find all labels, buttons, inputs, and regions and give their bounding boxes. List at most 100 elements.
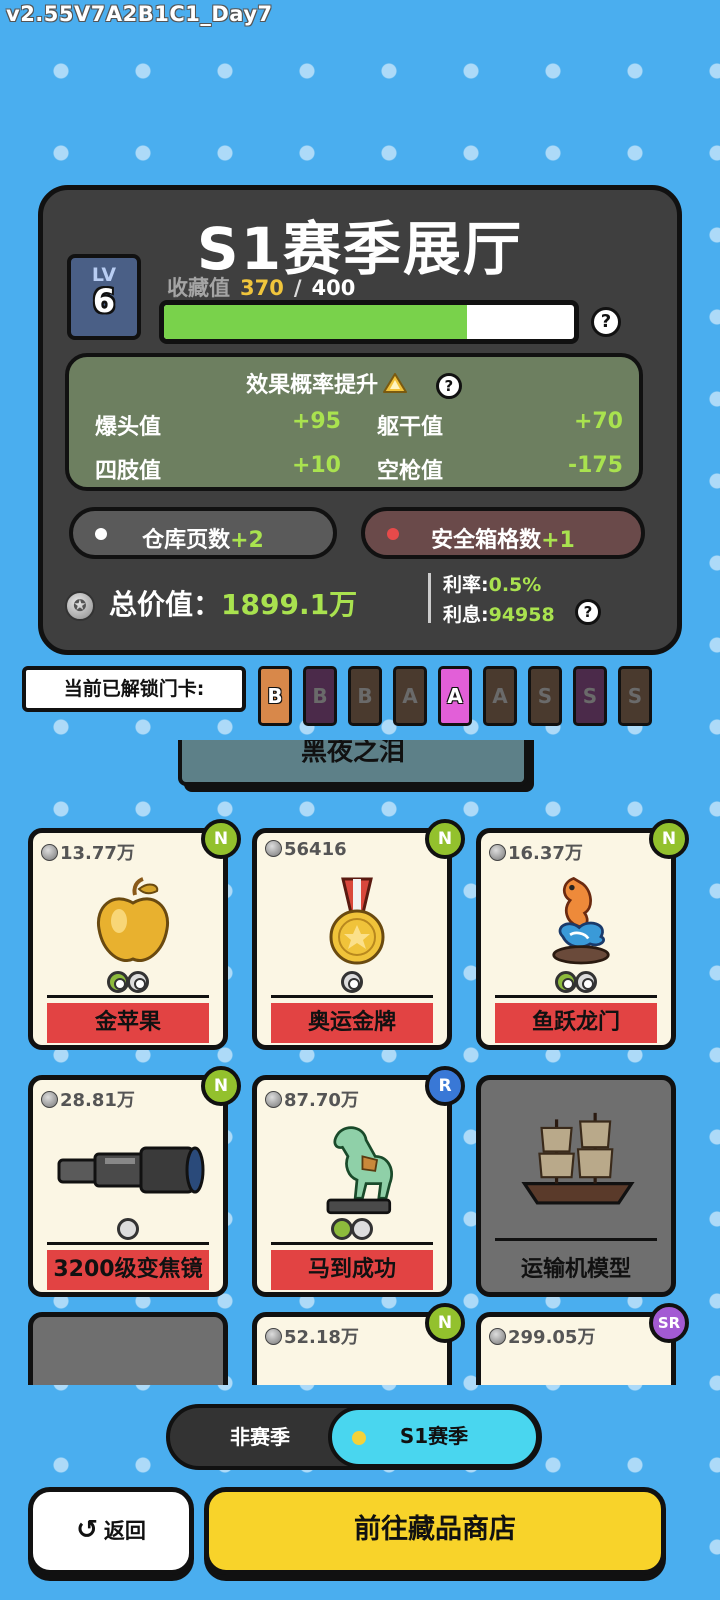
effect-torso-value: +70 [573, 409, 623, 434]
socket-icon [555, 971, 577, 993]
collection-card[interactable]: 16.37万 N 鱼跃龙门 [476, 819, 689, 1050]
card-divider [271, 1242, 433, 1245]
item-name: 鱼跃龙门 [495, 1003, 657, 1043]
item-name: 运输机模型 [520, 1257, 631, 1282]
rarity-badge: SR [649, 1303, 689, 1343]
item-price: 28.81万 [41, 1086, 135, 1112]
item-name: 金苹果 [47, 1003, 209, 1043]
door-card-s-2[interactable]: S [573, 666, 607, 726]
safebox-slots-value: +1 [541, 528, 575, 553]
coin-icon [41, 1091, 58, 1108]
effect-headshot-label: 爆头值 [95, 415, 162, 440]
item-name: 奥运金牌 [271, 1003, 433, 1043]
card-divider [271, 995, 433, 998]
item-price: 87.70万 [265, 1086, 359, 1112]
socket-row [33, 971, 223, 997]
collection-value-current: 370 [240, 276, 284, 300]
item-price: 13.77万 [41, 839, 135, 865]
socket-icon [575, 971, 597, 993]
collection-value-max: 400 [311, 276, 356, 300]
item-price-value: 28.81万 [60, 1090, 135, 1111]
interest-help-icon[interactable]: ? [575, 599, 601, 625]
ship-model-icon [521, 1112, 635, 1205]
collection-list[interactable]: 黑夜之泪 13.77万 N 金苹果 56416 N 奥运金牌 16.37万 N [0, 740, 720, 1385]
effect-limb-value: +10 [291, 453, 341, 478]
effect-miss-label: 空枪值 [377, 459, 444, 484]
item-price: 52.18万 [265, 1323, 359, 1349]
effect-help-icon[interactable]: ? [435, 373, 462, 399]
door-card-s-3[interactable]: S [618, 666, 652, 726]
interest-row: 利息:94958 [443, 600, 555, 627]
coin-icon: ✪ [65, 591, 95, 621]
total-value-label: 总价值： [109, 588, 222, 621]
item-price: 16.37万 [489, 839, 583, 865]
rarity-badge: N [425, 1303, 465, 1343]
effect-miss-value: -175 [567, 453, 623, 478]
door-card-a-3[interactable]: A [483, 666, 517, 726]
socket-triangle-icon [117, 1218, 139, 1240]
item-price-value: 87.70万 [284, 1090, 359, 1111]
hall-panel: S1赛季展厅 LV 6 收藏值 370/400 ? 效果概率提升 ? 爆头值 +9… [38, 185, 682, 655]
door-card-a-1[interactable]: A [393, 666, 427, 726]
warehouse-pages-label: 仓库页数 [142, 528, 231, 553]
collection-card[interactable]: 28.81万 N 3200级变焦镜 [28, 1066, 241, 1297]
collection-card[interactable]: 52.18万 N [252, 1303, 465, 1385]
safebox-slots-label: 安全箱格数 [431, 528, 542, 553]
rate-label: 利率: [443, 574, 489, 596]
rate-row: 利率:0.5% [443, 570, 541, 597]
door-card-b-1[interactable]: B [258, 666, 292, 726]
rarity-badge: N [201, 1066, 241, 1106]
tab-s1-season-label: S1赛季 [399, 1424, 469, 1448]
total-value-amount: 1899.1万 [221, 588, 358, 621]
jade-horse-icon [326, 1126, 393, 1215]
help-icon[interactable]: ? [591, 307, 621, 337]
socket-row [257, 1218, 447, 1244]
socket-icon [107, 971, 129, 993]
socket-row [481, 971, 671, 997]
back-button[interactable]: ↺ 返回 [28, 1487, 194, 1575]
collection-progress-bar [159, 300, 579, 344]
back-arrow-icon: ↺ [76, 1515, 98, 1545]
coin-icon [265, 1091, 282, 1108]
effect-boost-panel: 效果概率提升 ? 爆头值 +95 躯干值 +70 四肢值 +10 空枪值 -17… [65, 353, 643, 491]
interest-value: 94958 [488, 604, 555, 626]
collection-card-locked[interactable]: 运输机模型 [476, 1075, 676, 1297]
tab-off-season[interactable]: 非赛季 [180, 1414, 340, 1460]
coin-icon [41, 844, 58, 861]
rate-value: 0.5% [488, 574, 542, 596]
warehouse-pages-pill: 仓库页数+2 [69, 507, 337, 559]
collection-value-separator: / [293, 276, 302, 300]
collection-card[interactable]: 299.05万 SR [476, 1303, 689, 1385]
season-toggle: 非赛季 S1赛季 [166, 1404, 542, 1470]
safebox-slots-pill: 安全箱格数+1 [361, 507, 645, 559]
item-price-value: 13.77万 [60, 843, 135, 864]
boost-triangle-icon [383, 373, 408, 393]
coin-icon [265, 1328, 282, 1345]
item-price-value: 56416 [284, 839, 347, 860]
version-label: v2.55V7A2B1C1_Day7 [6, 2, 273, 26]
collection-card[interactable]: 13.77万 N 金苹果 [28, 819, 241, 1050]
gold-medal-icon [329, 877, 385, 965]
socket-row [33, 1218, 223, 1244]
category-header: 黑夜之泪 [178, 740, 528, 786]
go-to-collection-shop-button[interactable]: 前往藏品商店 [204, 1487, 666, 1575]
tab-s1-season[interactable]: S1赛季 [328, 1406, 540, 1468]
carp-statue-icon [552, 876, 610, 965]
coin-icon [265, 840, 282, 857]
effect-limb-label: 四肢值 [95, 459, 162, 484]
door-card-s-1[interactable]: S [528, 666, 562, 726]
door-card-b-3[interactable]: B [348, 666, 382, 726]
door-card-a-2[interactable]: A [438, 666, 472, 726]
collection-progress-fill [164, 305, 468, 339]
safebox-slots-text: 安全箱格数+1 [365, 522, 641, 554]
effect-headshot-value: +95 [291, 409, 341, 434]
collection-value-row: 收藏值 370 / 400 [167, 272, 355, 302]
golden-apple-icon [96, 877, 170, 962]
card-divider [495, 995, 657, 998]
effect-torso-label: 躯干值 [377, 415, 444, 440]
collection-card[interactable]: 87.70万 R 马到成功 [252, 1066, 465, 1297]
door-card-b-2[interactable]: B [303, 666, 337, 726]
collection-card[interactable]: 56416 N 奥运金牌 [252, 819, 465, 1050]
item-name: 3200级变焦镜 [47, 1250, 209, 1290]
collection-card-locked[interactable] [28, 1312, 228, 1385]
